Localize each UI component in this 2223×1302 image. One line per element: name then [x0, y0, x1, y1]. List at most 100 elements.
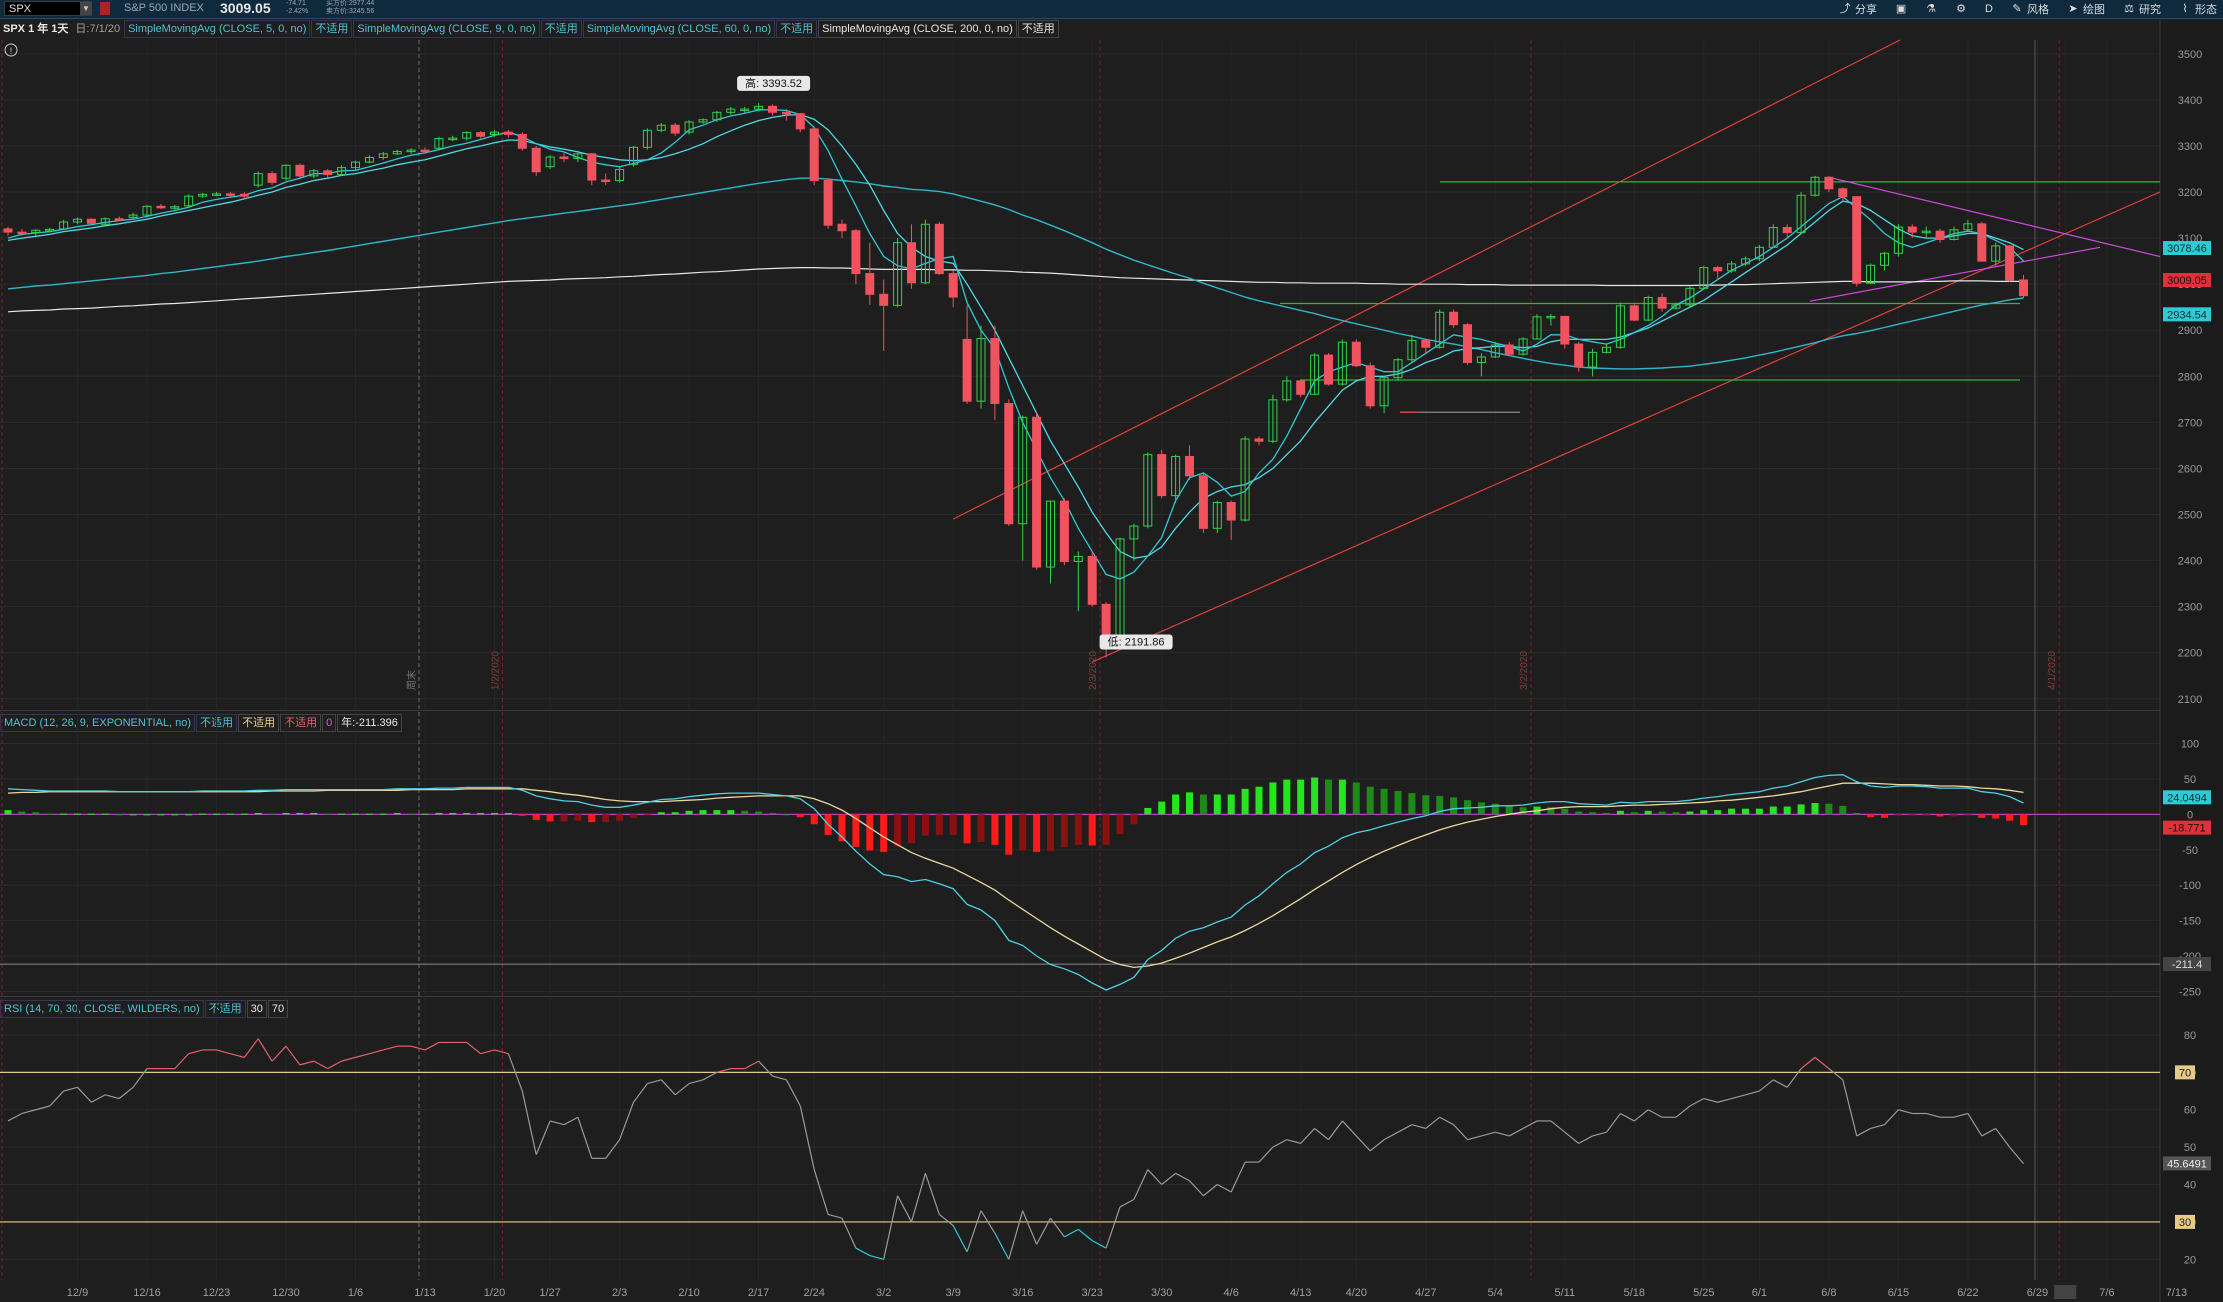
candle: [1198, 473, 1208, 533]
macd-hist-bar: [1950, 814, 1958, 817]
rsi-segment: [1967, 1113, 1983, 1137]
macd-hist-bar: [421, 813, 429, 815]
candle-body: [907, 242, 916, 284]
macd-hist-bar: [949, 814, 957, 835]
rsi-segment: [1217, 1183, 1232, 1193]
x-tick-label: 4/20: [1346, 1287, 1367, 1299]
candle: [142, 204, 152, 216]
candle: [1337, 339, 1347, 386]
rsi-segment: [1397, 1124, 1413, 1133]
rsi-segment: [1828, 1068, 1844, 1081]
macd-hist-bar: [1964, 814, 1972, 816]
candle: [615, 166, 625, 183]
rsi-segment: [299, 1060, 314, 1066]
candle: [1365, 362, 1375, 409]
macd-hist-bar: [1797, 804, 1805, 815]
rsi-segment: [480, 1049, 495, 1055]
macd-hist-bar: [1033, 814, 1041, 852]
macd-hist-bar: [935, 814, 943, 835]
x-tick-label: 4/6: [1224, 1287, 1239, 1299]
macd-hist-bar: [379, 813, 387, 815]
rsi-segment: [952, 1225, 968, 1253]
candle-body: [1852, 196, 1862, 284]
trend-drawings[interactable]: [952, 39, 2161, 663]
rsi-segment: [1064, 1228, 1079, 1238]
rsi-segment: [577, 1117, 593, 1159]
candle-body: [1032, 416, 1042, 568]
candle: [517, 132, 527, 151]
month-label: 1/2/2020: [490, 651, 501, 690]
candle-body: [879, 293, 889, 306]
macd-hist-bar: [1714, 810, 1722, 815]
sma5-line: [7, 108, 2024, 580]
rsi-segment: [383, 1045, 398, 1051]
price-tick-label: 2500: [2178, 510, 2202, 522]
x-tick-label: 3/9: [946, 1287, 961, 1299]
high-label: 高: 3393.52: [745, 76, 802, 90]
rsi-segment: [1926, 1112, 1941, 1118]
candle: [1504, 341, 1514, 356]
rsi-segment: [1675, 1105, 1691, 1118]
macd-hist-bar: [1338, 779, 1346, 815]
candle-body: [1324, 354, 1333, 385]
macd-hist-bar: [2020, 814, 2027, 825]
macd-hist-bar: [546, 814, 554, 822]
candle: [1866, 263, 1876, 285]
macd-plot: [0, 774, 2160, 991]
rsi-segment: [1300, 1128, 1316, 1144]
candle-body: [1574, 343, 1584, 368]
rsi-segment: [702, 1071, 718, 1081]
macd-hist-bar: [1978, 814, 1986, 818]
candle-body: [420, 149, 430, 153]
candle: [1171, 454, 1181, 503]
chart-canvas[interactable]: 2100220023002400250026002700280029003000…: [0, 0, 2223, 1302]
candle: [1657, 293, 1667, 312]
rsi-segment: [1495, 1131, 1510, 1137]
macd-hist-bar: [991, 814, 999, 845]
rsi-segment: [1008, 1210, 1024, 1260]
rsi-segment: [1161, 1172, 1176, 1185]
macd-hist-bar: [574, 814, 582, 821]
candle-body: [1254, 438, 1264, 442]
macd-line: [7, 774, 2024, 991]
x-tick-label: 4/27: [1415, 1287, 1436, 1299]
macd-hist-bar: [477, 812, 485, 815]
rsi-segment: [35, 1105, 50, 1111]
macd-hist-bar: [1255, 786, 1263, 815]
macd-hist-bar: [630, 814, 637, 818]
macd-hist-bar: [2006, 814, 2014, 821]
macd-hist-bar: [449, 812, 457, 815]
rsi-segment: [216, 1049, 231, 1055]
rsi-segment: [1578, 1135, 1593, 1144]
macd-hist-bar: [226, 813, 234, 815]
macd-hist-bar: [1658, 811, 1666, 815]
macd-hist-bar: [727, 810, 735, 815]
macd-hist-bar: [365, 813, 373, 815]
macd-hist-bar: [185, 814, 193, 816]
rsi-segment: [49, 1090, 65, 1107]
candle-body: [1977, 223, 1987, 262]
candle: [100, 217, 110, 226]
candle: [823, 178, 833, 229]
macd-hist-bar: [1116, 814, 1124, 835]
candle: [1004, 399, 1014, 527]
candle-body: [17, 231, 27, 235]
rsi-tick-label: 40: [2184, 1180, 2196, 1192]
rsi-segment: [619, 1102, 635, 1140]
candle-body: [114, 218, 124, 221]
macd-hist-bar: [46, 813, 54, 815]
macd-hist-bar: [671, 812, 679, 815]
price-badge-sma: 3078.46: [2167, 243, 2207, 255]
candle: [184, 194, 194, 209]
candle: [1880, 251, 1889, 271]
candle-body: [768, 105, 777, 113]
candle: [990, 325, 1000, 421]
macd-hist-bar: [254, 812, 262, 815]
price-tick-label: 3400: [2178, 95, 2202, 107]
macd-hist-bar: [1630, 812, 1638, 815]
candle: [1796, 192, 1806, 234]
macd-hist-bar: [87, 813, 95, 815]
macd-hist-bar: [1867, 814, 1875, 818]
macd-hist-bar: [1728, 808, 1736, 815]
candle: [1602, 344, 1611, 354]
